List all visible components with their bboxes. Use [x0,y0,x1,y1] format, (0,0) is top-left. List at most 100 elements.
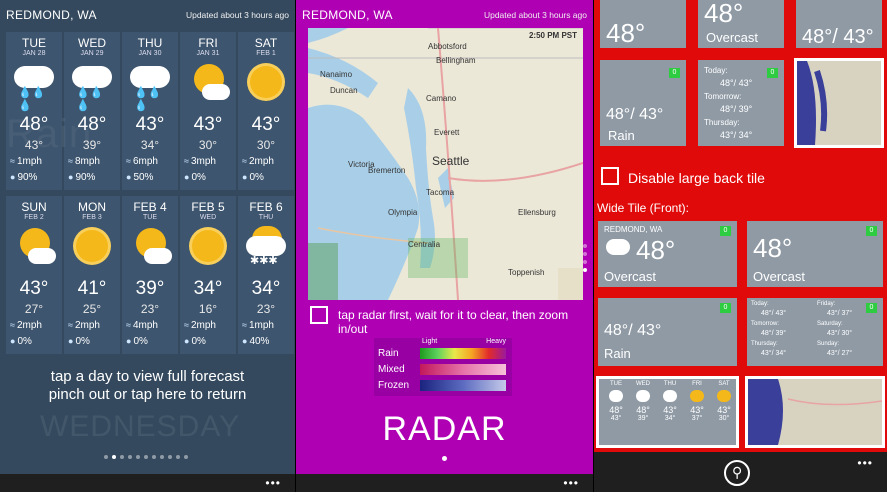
strip-high: 43° [717,405,731,415]
day-low: 25° [82,302,102,316]
wide-tile-detail[interactable]: 0 Today: 48°/ 43° Tomorrow: 48°/ 39° Thu… [747,298,883,366]
rain-cloud-icon: 💧💧💧 [70,62,114,112]
wide-tile-overcast[interactable]: 0 48° Overcast [747,221,883,287]
pin-button[interactable]: ⚲ [724,460,750,486]
map-tile-graphic [797,61,881,145]
day-precip: ● 50% [126,172,153,183]
day-high: 48° [19,114,49,135]
wind-icon: ≈ [10,320,15,330]
day-date: WED [199,214,217,221]
day-tile-7[interactable]: FEB 4 TUE 39° 23° ≈4mph ● 0% [122,196,178,354]
strip-low: 30° [718,415,730,422]
day-tile-8[interactable]: FEB 5 WED 34° 16° ≈2mph ● 0% [180,196,236,354]
day-tile-9[interactable]: FEB 6 THU ✱✱✱ 34° 23° ≈1mph ● 40% [238,196,294,354]
day-tile-1[interactable]: WED JAN 29 💧💧💧 48° 39° ≈8mph ● 90% [64,32,120,190]
disable-back-tile-checkbox[interactable] [601,167,619,185]
more-icon[interactable]: ••• [265,476,281,490]
wide1-label: Overcast [604,269,657,284]
wide-tile-forecast-strip[interactable]: TUE 48° 43° WED 48° 39° THU 43° 34° FRI 43° 37° SAT 4… [596,376,739,448]
pin-icon: ⚲ [732,464,743,480]
overcast-tile-temp: 48° [704,0,744,28]
wide-tile-rain[interactable]: 0 48°/ 43° Rain [598,298,737,366]
precip-value: 0% [75,336,90,347]
wide-map-tile[interactable] [745,376,885,448]
day-high: 43° [193,114,223,135]
strip-day: WED 48° 39° [630,381,656,441]
wide-tile-overcast-city[interactable]: REDMOND, WA 0 48° Overcast [598,221,737,287]
day-low: 16° [198,302,218,316]
ghost-day-title: WEDNESDAY [40,410,241,443]
hint-line-1[interactable]: tap a day to view full forecast [0,368,295,386]
small-tile[interactable]: 48° [600,0,686,48]
wide2-label: Overcast [753,269,806,284]
day-tile-5[interactable]: SUN FEB 2 43° 27° ≈2mph ● 0% [6,196,62,354]
detail-today-label: Today: [704,66,728,75]
overcast-tile[interactable]: 48° Overcast [698,0,784,48]
raindrop-icon: ● [242,336,248,346]
wide4-friday: Friday: [817,301,836,307]
day-tile-0[interactable]: TUE JAN 28 💧💧💧 48° 43° ≈1mph ● 90% [6,32,62,190]
strip-high: 48° [636,405,650,415]
radar-map[interactable]: 2:50 PM PST Abbotsford Bellingham Nanaimo D… [308,28,583,300]
day-low: 39° [82,138,102,152]
day-tile-6[interactable]: MON FEB 3 41° 25° ≈2mph ● 0% [64,196,120,354]
wide4-saturday-val: 43°/ 30° [827,330,853,337]
disable-back-tile-label[interactable]: Disable large back tile [628,170,765,186]
rain-tile[interactable]: 0 48°/ 43° Rain [600,60,686,146]
wide2-temp: 48° [753,233,793,263]
radar-panel: REDMOND, WA Updated about 3 hours ago 2:… [296,0,593,492]
forecast-panel: Rain WEDNESDAY REDMOND, WA Updated about… [0,0,295,492]
strip-high: 48° [609,405,623,415]
day-low: 23° [140,302,160,316]
rain-cloud-icon: 💧💧💧 [12,62,56,112]
detail-tile-badge: 0 [767,68,778,78]
map-label: Abbotsford [428,42,467,51]
day-wind: ≈2mph [68,320,100,331]
precip-value: 0% [133,336,148,347]
more-icon[interactable]: ••• [857,456,873,470]
map-page-indicator [583,244,587,272]
day-precip: ● 90% [68,172,95,183]
wind-value: 2mph [190,320,216,331]
day-name: FEB 6 [249,200,283,214]
map-label: Tacoma [426,188,455,197]
more-icon[interactable]: ••• [563,476,579,490]
day-low: 30° [256,138,276,152]
day-high: 34° [251,278,281,299]
wide4-badge: 0 [866,303,877,313]
wide1-badge: 0 [720,226,731,236]
day-wind: ≈3mph [184,156,216,167]
range-tile[interactable]: 48°/ 43° [796,0,882,48]
day-tile-3[interactable]: FRI JAN 31 43° 30° ≈3mph ● 0% [180,32,236,190]
detail-tile[interactable]: 0 Today: 48°/ 43° Tomorrow: 48°/ 39° Thu… [698,60,784,146]
sun-cloud-icon [186,62,230,106]
precip-value: 50% [133,172,154,183]
legend-light: Light [422,338,438,345]
raindrop-icon: ● [242,172,248,182]
day-low: 23° [256,302,276,316]
day-wind: ≈2mph [10,320,42,331]
map-tile[interactable] [794,58,884,148]
day-name: TUE [22,36,46,50]
day-high: 43° [19,278,49,299]
sun-icon [186,226,230,270]
day-date: FEB 2 [24,214,44,221]
wide-tile-front-heading: Wide Tile (Front): [597,201,690,215]
hint-line-2[interactable]: pinch out or tap here to return [0,386,295,404]
map-label: Olympia [388,208,418,217]
wide4-today: Today: [751,301,769,307]
rain-tile-badge: 0 [669,68,680,78]
day-tile-4[interactable]: SAT FEB 1 43° 30° ≈2mph ● 0% [238,32,294,190]
legend-heavy: Heavy [486,338,506,345]
day-wind: ≈4mph [126,320,158,331]
strip-high: 43° [690,405,704,415]
day-name: FRI [198,36,218,50]
map-label: Seattle [432,154,470,168]
map-label: Nanaimo [320,70,353,79]
day-tile-2[interactable]: THU JAN 30 💧💧💧 43° 34° ≈6mph ● 50% [122,32,178,190]
day-high: 43° [135,114,165,135]
precip-value: 0% [17,336,32,347]
radar-checkbox[interactable] [310,306,328,324]
precip-legend: Light Heavy Rain Mixed Frozen [374,338,512,396]
day-date: FEB 1 [256,50,276,57]
